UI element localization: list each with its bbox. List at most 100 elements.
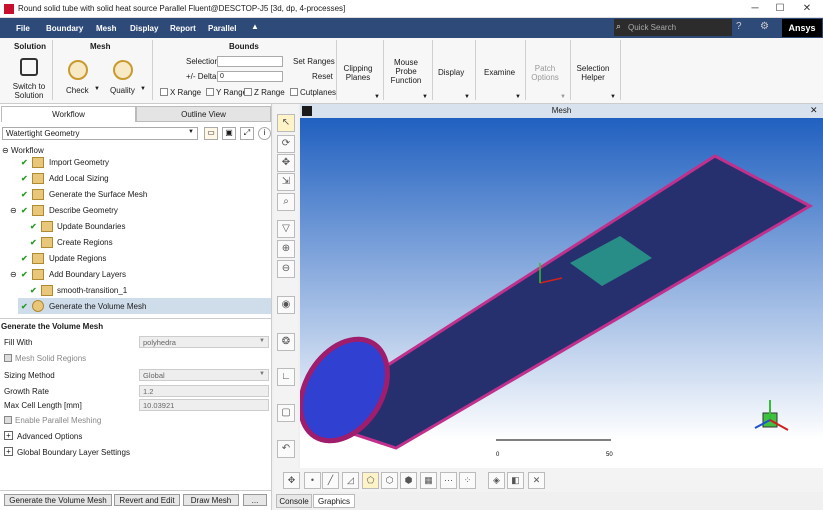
delta-field[interactable]: 0: [217, 71, 283, 82]
advanced-options-toggle[interactable]: Advanced Options: [17, 432, 82, 441]
chevron-down-icon[interactable]: ▼: [560, 94, 566, 100]
menu-file[interactable]: File: [16, 24, 30, 33]
group-select-icon[interactable]: ▦: [420, 472, 437, 489]
expand-plus-icon[interactable]: +: [4, 447, 13, 456]
tab-workflow[interactable]: Workflow: [1, 106, 136, 122]
selection-field[interactable]: [217, 56, 283, 67]
node-link-icon[interactable]: ⋯: [440, 472, 457, 489]
step-create-regions[interactable]: Create Regions: [57, 238, 113, 247]
generate-volume-mesh-button[interactable]: Generate the Volume Mesh: [4, 494, 112, 506]
collapse-ribbon-icon[interactable]: ▲: [251, 22, 259, 31]
display-button[interactable]: Display: [438, 68, 464, 77]
step-smooth-transition[interactable]: smooth-transition_1: [57, 286, 127, 295]
zoom-icon[interactable]: ⇲: [277, 173, 295, 191]
clipping-planes-button[interactable]: Clipping Planes: [342, 64, 374, 82]
collapse-icon[interactable]: ⊖: [2, 146, 9, 155]
step-generate-surface-mesh[interactable]: Generate the Surface Mesh: [49, 190, 147, 199]
zone-select-icon[interactable]: ⬢: [400, 472, 417, 489]
zoom-out-icon[interactable]: ⊖: [277, 260, 295, 278]
quick-search-input[interactable]: Quick Search: [614, 19, 732, 36]
chevron-down-icon[interactable]: ▼: [259, 338, 265, 344]
menu-parallel[interactable]: Parallel: [208, 24, 236, 33]
global-boundary-layer-toggle[interactable]: Global Boundary Layer Settings: [17, 448, 130, 457]
tab-console[interactable]: Console: [276, 494, 312, 508]
expand-icon[interactable]: ⤢: [240, 127, 254, 140]
gear-view-icon[interactable]: ❂: [277, 333, 295, 351]
check-button[interactable]: Check: [66, 86, 89, 95]
body-select-icon[interactable]: ⬡: [381, 472, 398, 489]
revert-edit-button[interactable]: Revert and Edit: [114, 494, 180, 506]
workflow-type-select[interactable]: Watertight Geometry: [2, 127, 198, 140]
edge-select-icon[interactable]: ╱: [322, 472, 339, 489]
max-cell-length-field[interactable]: 10.03921: [139, 399, 269, 411]
minimize-button[interactable]: ─: [745, 2, 765, 16]
maximize-button[interactable]: ☐: [770, 2, 790, 16]
pan-icon[interactable]: ✥: [277, 154, 295, 172]
fit-view-icon[interactable]: ▽: [277, 220, 295, 238]
expand-plus-icon[interactable]: +: [4, 431, 13, 440]
step-add-local-sizing[interactable]: Add Local Sizing: [49, 174, 109, 183]
zoom-box-icon[interactable]: ⌕: [277, 193, 295, 211]
window-icon[interactable]: ▢: [277, 404, 295, 422]
chevron-down-icon[interactable]: ▼: [140, 86, 146, 92]
undo-icon[interactable]: ↶: [277, 440, 295, 458]
face-select-icon[interactable]: ◿: [342, 472, 359, 489]
info-icon[interactable]: i: [258, 127, 271, 140]
pointer-icon[interactable]: ↖: [277, 114, 295, 132]
chevron-down-icon[interactable]: ▼: [94, 86, 100, 92]
switch-solution-icon[interactable]: [20, 58, 38, 76]
switch-to-solution-button[interactable]: Switch to Solution: [10, 82, 48, 100]
mesh-solid-regions-checkbox[interactable]: [4, 354, 12, 362]
x-range-checkbox[interactable]: [160, 88, 168, 96]
check-icon[interactable]: [68, 60, 88, 80]
chevron-down-icon[interactable]: ▼: [374, 94, 380, 100]
step-update-boundaries[interactable]: Update Boundaries: [57, 222, 126, 231]
examine-button[interactable]: Examine: [484, 68, 515, 77]
clear-selection-icon[interactable]: ✕: [528, 472, 545, 489]
chevron-down-icon[interactable]: ▼: [259, 371, 265, 377]
rotate-icon[interactable]: ⟳: [277, 135, 295, 153]
help-icon[interactable]: ?: [736, 21, 742, 32]
tab-graphics[interactable]: Graphics: [313, 494, 355, 508]
close-icon[interactable]: ✕: [810, 105, 818, 116]
coin-icon[interactable]: ◉: [277, 296, 295, 314]
multi-node-icon[interactable]: ⁘: [459, 472, 476, 489]
step-describe-geometry[interactable]: Describe Geometry: [49, 206, 118, 215]
quality-icon[interactable]: [113, 60, 133, 80]
draw-mesh-button[interactable]: Draw Mesh: [183, 494, 239, 506]
menu-mesh[interactable]: Mesh: [96, 24, 116, 33]
menu-boundary[interactable]: Boundary: [46, 24, 83, 33]
fill-with-select[interactable]: polyhedra: [139, 336, 269, 348]
patch-options-button[interactable]: Patch Options: [530, 64, 560, 82]
zoom-in-icon[interactable]: ⊕: [277, 240, 295, 258]
growth-rate-field[interactable]: 1.2: [139, 385, 269, 397]
graphics-viewport[interactable]: 0 50: [298, 118, 823, 468]
step-add-boundary-layers[interactable]: Add Boundary Layers: [49, 270, 126, 279]
mouse-probe-function-button[interactable]: Mouse Probe Function: [388, 58, 424, 85]
menu-display[interactable]: Display: [130, 24, 158, 33]
step-generate-volume-mesh[interactable]: Generate the Volume Mesh: [49, 302, 146, 311]
tab-outline-view[interactable]: Outline View: [136, 106, 271, 122]
reset-button[interactable]: Reset: [312, 72, 333, 81]
open-folder-icon[interactable]: ▭: [204, 127, 218, 140]
selection-helper-button[interactable]: Selection Helper: [574, 64, 612, 82]
set-ranges-button[interactable]: Set Ranges: [293, 57, 335, 66]
more-button[interactable]: ...: [243, 494, 267, 506]
close-button[interactable]: ✕: [797, 2, 817, 16]
workflow-root[interactable]: Workflow: [11, 146, 44, 155]
chevron-down-icon[interactable]: ▼: [610, 94, 616, 100]
axes-icon[interactable]: ∟: [277, 368, 295, 386]
chevron-down-icon[interactable]: ▼: [464, 94, 470, 100]
chevron-down-icon[interactable]: ▼: [515, 94, 521, 100]
save-icon[interactable]: ▣: [222, 127, 236, 140]
sizing-method-select[interactable]: Global: [139, 369, 269, 381]
chevron-down-icon[interactable]: ▼: [188, 129, 194, 135]
collapse-icon[interactable]: ⊖: [10, 270, 17, 279]
quality-button[interactable]: Quality: [110, 86, 135, 95]
step-import-geometry[interactable]: Import Geometry: [49, 158, 109, 167]
cell-select-icon[interactable]: ⬠: [362, 472, 379, 489]
filter-select-icon[interactable]: ◧: [507, 472, 524, 489]
z-range-checkbox[interactable]: [244, 88, 252, 96]
cutplanes-checkbox[interactable]: [290, 88, 298, 96]
menu-report[interactable]: Report: [170, 24, 196, 33]
